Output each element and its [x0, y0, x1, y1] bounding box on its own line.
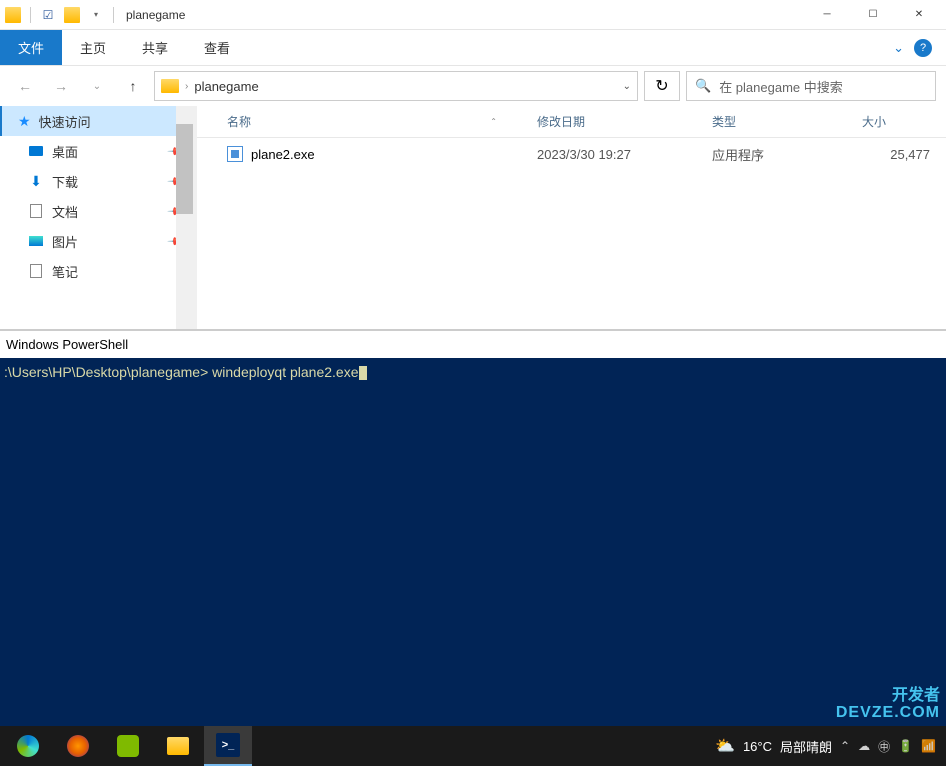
- address-dropdown-icon[interactable]: ⌄: [623, 81, 631, 92]
- pictures-icon: [28, 233, 44, 249]
- qat-separator: [30, 7, 31, 23]
- sidebar-item-label: 快速访问: [39, 112, 183, 131]
- exe-icon: [227, 146, 243, 162]
- column-name[interactable]: 名称 ⌃: [227, 113, 537, 130]
- scrollbar[interactable]: [176, 106, 193, 329]
- qat-separator: [113, 7, 114, 23]
- folder-icon: [161, 79, 179, 93]
- sort-indicator-icon: ⌃: [490, 117, 497, 126]
- chevron-right-icon: ›: [185, 81, 188, 92]
- tab-view[interactable]: 查看: [186, 30, 248, 65]
- taskbar: >_ ⛅ 16°C 局部晴朗 ⌃ ☁ ㊥ 🔋 📶: [0, 726, 946, 766]
- terminal-line: :\Users\HP\Desktop\planegame> windeployq…: [4, 364, 942, 380]
- weather-desc[interactable]: 局部晴朗: [780, 737, 832, 756]
- explorer-window: ☑ ▾ planegame ─ ☐ ✕ 文件 主页 共享 查看 ⌄ ? ← → …: [0, 0, 946, 330]
- scrollbar-thumb[interactable]: [176, 124, 193, 214]
- star-icon: ★: [18, 113, 31, 130]
- sidebar-item-label: 桌面: [52, 142, 161, 161]
- file-list: 名称 ⌃ 修改日期 类型 大小 plane2.exe 2023/3/30 19:…: [197, 106, 946, 329]
- address-bar[interactable]: › planegame ⌄: [154, 71, 638, 101]
- window-controls: ─ ☐ ✕: [804, 0, 942, 30]
- column-size[interactable]: 大小: [862, 113, 936, 130]
- notes-icon: [28, 263, 44, 279]
- tray-chevron-icon[interactable]: ⌃: [840, 739, 850, 753]
- file-size: 25,477: [862, 147, 936, 162]
- qat-dropdown-icon[interactable]: ▾: [87, 6, 105, 24]
- titlebar: ☑ ▾ planegame ─ ☐ ✕: [0, 0, 946, 30]
- sidebar-item-notes[interactable]: 笔记: [0, 256, 193, 286]
- sidebar-item-label: 图片: [52, 232, 161, 251]
- file-row[interactable]: plane2.exe 2023/3/30 19:27 应用程序 25,477: [197, 138, 946, 170]
- sidebar-quick-access[interactable]: ★ 快速访问: [0, 106, 193, 136]
- file-name: plane2.exe: [251, 147, 315, 162]
- search-input[interactable]: 🔍 在 planegame 中搜索: [686, 71, 936, 101]
- download-icon: ⬇: [28, 173, 44, 189]
- taskbar-powershell[interactable]: >_: [204, 726, 252, 766]
- firefox-icon: [67, 735, 89, 757]
- weather-temp[interactable]: 16°C: [743, 739, 772, 754]
- file-date: 2023/3/30 19:27: [537, 147, 712, 162]
- sidebar-item-label: 下载: [52, 172, 161, 191]
- titlebar-left: ☑ ▾ planegame: [4, 6, 804, 24]
- sidebar-item-label: 笔记: [52, 262, 183, 281]
- desktop-icon: [28, 143, 44, 159]
- address-row: ← → ⌄ ↑ › planegame ⌄ ↻ 🔍 在 planegame 中搜…: [0, 66, 946, 106]
- column-date[interactable]: 修改日期: [537, 113, 712, 130]
- folder-icon: [63, 6, 81, 24]
- cursor: [359, 366, 367, 380]
- weather-icon: ⛅: [715, 736, 735, 756]
- forward-button[interactable]: →: [46, 71, 76, 101]
- powershell-icon: >_: [216, 733, 240, 757]
- sidebar-item-label: 文档: [52, 202, 161, 221]
- sidebar-item-documents[interactable]: 文档 📌: [0, 196, 193, 226]
- watermark: 开发者 DEVZE.COM: [836, 687, 940, 722]
- taskbar-explorer[interactable]: [154, 726, 202, 766]
- search-icon: 🔍: [695, 78, 711, 94]
- sidebar-item-pictures[interactable]: 图片 📌: [0, 226, 193, 256]
- powershell-terminal[interactable]: :\Users\HP\Desktop\planegame> windeployq…: [0, 358, 946, 726]
- sidebar-item-downloads[interactable]: ⬇ 下载 📌: [0, 166, 193, 196]
- ribbon-right: ⌄ ?: [893, 30, 946, 65]
- taskbar-edge[interactable]: [4, 726, 52, 766]
- system-tray: ⛅ 16°C 局部晴朗 ⌃ ☁ ㊥ 🔋 📶: [715, 736, 942, 756]
- maximize-button[interactable]: ☐: [850, 0, 896, 30]
- tab-home[interactable]: 主页: [62, 30, 124, 65]
- taskbar-firefox[interactable]: [54, 726, 102, 766]
- chevron-down-icon[interactable]: ⌄: [893, 40, 904, 56]
- column-type[interactable]: 类型: [712, 113, 862, 130]
- folder-icon: [4, 6, 22, 24]
- powershell-titlebar: Windows PowerShell: [0, 330, 946, 358]
- address-path: planegame: [194, 79, 258, 94]
- file-tab[interactable]: 文件: [0, 30, 62, 65]
- tray-battery-icon[interactable]: 🔋: [898, 739, 913, 753]
- content-area: ★ 快速访问 桌面 📌 ⬇ 下载 📌 文档 📌 图片 📌: [0, 106, 946, 329]
- search-placeholder: 在 planegame 中搜索: [719, 77, 843, 96]
- up-button[interactable]: ↑: [118, 71, 148, 101]
- refresh-button[interactable]: ↻: [644, 71, 680, 101]
- check-icon[interactable]: ☑: [39, 6, 57, 24]
- recent-dropdown[interactable]: ⌄: [82, 71, 112, 101]
- column-headers: 名称 ⌃ 修改日期 类型 大小: [197, 106, 946, 138]
- back-button[interactable]: ←: [10, 71, 40, 101]
- taskbar-app[interactable]: [104, 726, 152, 766]
- command-text: windeployqt plane2.exe: [212, 364, 358, 380]
- tray-onedrive-icon[interactable]: ☁: [858, 739, 870, 753]
- minimize-button[interactable]: ─: [804, 0, 850, 30]
- navigation-pane: ★ 快速访问 桌面 📌 ⬇ 下载 📌 文档 📌 图片 📌: [0, 106, 193, 329]
- tray-ime-icon[interactable]: ㊥: [878, 738, 890, 755]
- tab-share[interactable]: 共享: [124, 30, 186, 65]
- close-button[interactable]: ✕: [896, 0, 942, 30]
- sidebar-item-desktop[interactable]: 桌面 📌: [0, 136, 193, 166]
- edge-icon: [17, 735, 39, 757]
- prompt-path: :\Users\HP\Desktop\planegame>: [4, 364, 212, 380]
- folder-icon: [167, 737, 189, 755]
- document-icon: [28, 203, 44, 219]
- window-title: planegame: [126, 8, 185, 22]
- app-icon: [117, 735, 139, 757]
- file-name-cell: plane2.exe: [227, 146, 537, 162]
- tray-wifi-icon[interactable]: 📶: [921, 739, 936, 753]
- file-type: 应用程序: [712, 145, 862, 164]
- help-icon[interactable]: ?: [914, 39, 932, 57]
- ribbon-tabs: 文件 主页 共享 查看 ⌄ ?: [0, 30, 946, 66]
